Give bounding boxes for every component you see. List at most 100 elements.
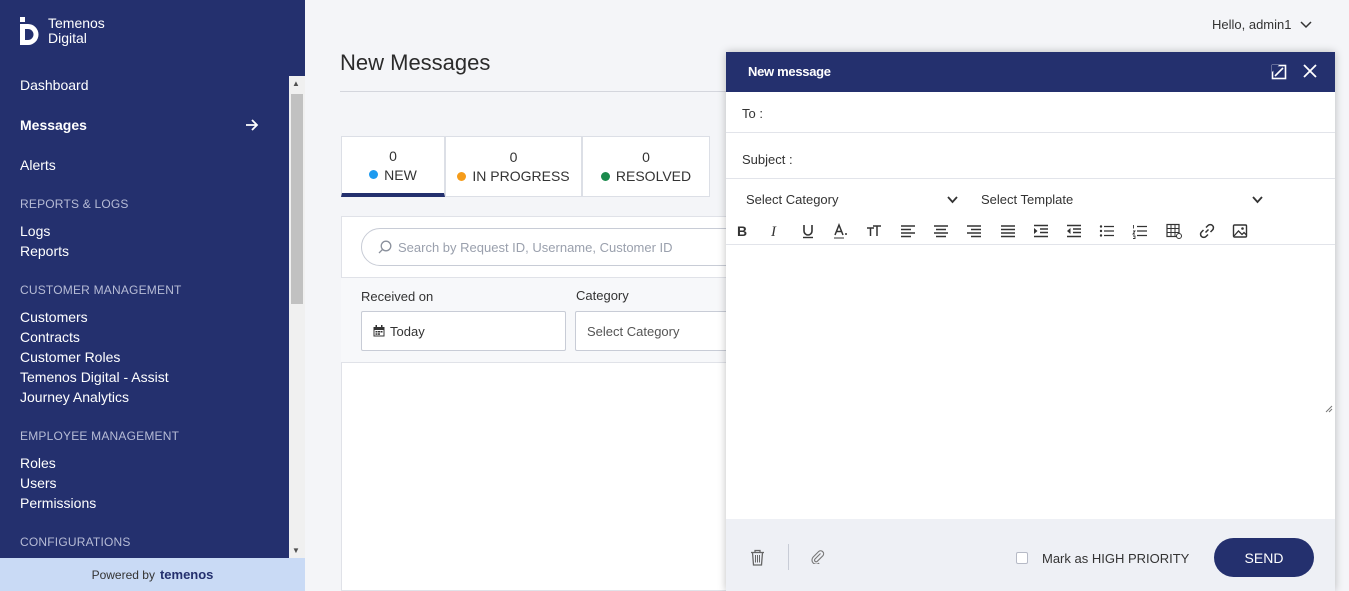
status-dot-icon [369, 170, 379, 179]
tab-new[interactable]: 0 NEW [341, 136, 445, 197]
chevron-down-icon[interactable] [1252, 194, 1263, 205]
scroll-up-icon[interactable]: ▲ [292, 79, 300, 88]
chevron-down-icon[interactable] [947, 194, 958, 205]
to-row: To : [726, 92, 1335, 133]
dialog-title: New message [748, 64, 831, 79]
brand-name: Temenos Digital [48, 15, 105, 46]
outdent-icon[interactable] [1066, 223, 1082, 239]
tab-in-progress[interactable]: 0 IN PROGRESS [445, 136, 582, 197]
image-icon[interactable] [1232, 223, 1248, 239]
sidebar-item-customers[interactable]: Customers [20, 309, 88, 325]
sidebar-item-messages[interactable]: Messages [20, 117, 87, 133]
scroll-thumb[interactable] [291, 94, 303, 304]
underline-icon[interactable] [800, 223, 816, 239]
powered-by-text: Powered by [91, 567, 155, 582]
message-body-editor[interactable] [726, 245, 1335, 415]
section-employee-management: EMPLOYEE MANAGEMENT [20, 429, 180, 443]
powered-by-brand: temenos [159, 567, 214, 582]
sidebar-item-customer-roles[interactable]: Customer Roles [20, 349, 120, 365]
section-configurations: CONFIGURATIONS [20, 535, 131, 549]
align-justify-icon[interactable] [1000, 223, 1016, 239]
user-greeting[interactable]: Hello, admin1 [1212, 17, 1292, 32]
subject-label: Subject : [742, 152, 793, 167]
to-input[interactable] [776, 102, 1316, 124]
align-right-icon[interactable] [966, 223, 982, 239]
sidebar-scrollbar[interactable]: ▲ ▼ [289, 76, 305, 558]
status-tabs: 0 NEW 0 IN PROGRESS 0 RESOLVED [341, 136, 710, 197]
tab-new-count: 0 [389, 147, 397, 164]
search-box[interactable] [361, 228, 761, 266]
high-priority-checkbox[interactable] [1016, 552, 1028, 564]
title-divider [340, 91, 740, 92]
to-label: To : [742, 106, 763, 121]
scroll-down-icon[interactable]: ▼ [292, 546, 300, 555]
section-reports-logs: REPORTS & LOGS [20, 197, 129, 211]
sidebar-item-journey-analytics[interactable]: Journey Analytics [20, 389, 129, 405]
section-customer-management: CUSTOMER MANAGEMENT [20, 283, 182, 297]
powered-by-footer: Powered by temenos [0, 558, 305, 591]
dialog-header: New message [726, 52, 1335, 92]
new-message-dialog: New message To : Subject : Select Catego… [726, 52, 1335, 591]
category-value: Select Category [587, 323, 680, 339]
page-title: New Messages [340, 50, 491, 75]
sidebar-item-users[interactable]: Users [20, 475, 57, 491]
sidebar: Temenos Digital Dashboard Messages Alert… [0, 0, 305, 591]
sidebar-item-contracts[interactable]: Contracts [20, 329, 80, 345]
sidebar-item-reports[interactable]: Reports [20, 243, 69, 259]
tab-in-progress-count: 0 [509, 149, 518, 165]
dialog-footer: Mark as HIGH PRIORITY SEND [726, 519, 1335, 591]
brand-logo[interactable]: Temenos Digital [18, 16, 105, 46]
tab-resolved-label: RESOLVED [615, 168, 692, 184]
footer-divider [788, 544, 789, 570]
align-left-icon[interactable] [900, 223, 916, 239]
font-color-icon[interactable] [833, 223, 849, 239]
bullet-list-icon[interactable] [1099, 223, 1115, 239]
sidebar-item-dashboard[interactable]: Dashboard [20, 77, 89, 93]
tab-resolved[interactable]: 0 RESOLVED [582, 136, 710, 197]
tab-in-progress-label: IN PROGRESS [472, 168, 570, 184]
chevron-down-icon[interactable] [1300, 18, 1312, 30]
received-on-picker[interactable]: Today [361, 311, 566, 351]
messages-panel [341, 216, 741, 591]
temenos-logo-icon [20, 17, 39, 45]
select-category-dropdown[interactable]: Select Category [746, 192, 839, 207]
category-select[interactable]: Select Category [575, 311, 735, 351]
resize-handle-icon[interactable] [1325, 405, 1333, 413]
sidebar-item-roles[interactable]: Roles [20, 455, 56, 471]
received-on-value: Today [390, 323, 425, 339]
bold-icon[interactable]: B [734, 223, 750, 239]
subject-row: Subject : [726, 133, 1335, 179]
subject-input[interactable] [801, 147, 1316, 169]
received-on-label: Received on [361, 289, 434, 304]
trash-icon[interactable] [750, 549, 765, 566]
send-button[interactable]: SEND [1214, 538, 1314, 577]
svg-text:I: I [770, 224, 777, 239]
editor-toolbar: B I [726, 217, 1335, 245]
tab-new-label: NEW [384, 166, 417, 183]
high-priority-label: Mark as HIGH PRIORITY [1042, 551, 1190, 566]
indent-icon[interactable] [1033, 223, 1049, 239]
sidebar-item-permissions[interactable]: Permissions [20, 495, 96, 511]
svg-text:B: B [737, 223, 747, 239]
expand-icon[interactable] [1271, 64, 1287, 80]
sidebar-nav: Dashboard Messages Alerts REPORTS & LOGS… [0, 60, 289, 558]
search-input[interactable] [398, 239, 738, 255]
align-center-icon[interactable] [933, 223, 949, 239]
italic-icon[interactable]: I [767, 223, 783, 239]
arrow-right-icon [246, 119, 259, 131]
table-icon[interactable] [1166, 223, 1182, 239]
font-size-icon[interactable] [866, 223, 882, 239]
calendar-icon [373, 325, 385, 337]
sidebar-item-logs[interactable]: Logs [20, 223, 50, 239]
attachment-icon[interactable] [811, 550, 825, 564]
status-dot-icon [457, 171, 467, 181]
link-icon[interactable] [1199, 223, 1215, 239]
numbered-list-icon[interactable] [1132, 223, 1148, 239]
search-icon [378, 240, 392, 254]
sidebar-item-alerts[interactable]: Alerts [20, 157, 56, 173]
sidebar-item-digital-assist[interactable]: Temenos Digital - Assist [20, 369, 169, 385]
status-dot-icon [600, 171, 610, 181]
close-icon[interactable] [1302, 63, 1318, 79]
tab-resolved-count: 0 [642, 149, 650, 165]
select-template-dropdown[interactable]: Select Template [981, 192, 1073, 207]
